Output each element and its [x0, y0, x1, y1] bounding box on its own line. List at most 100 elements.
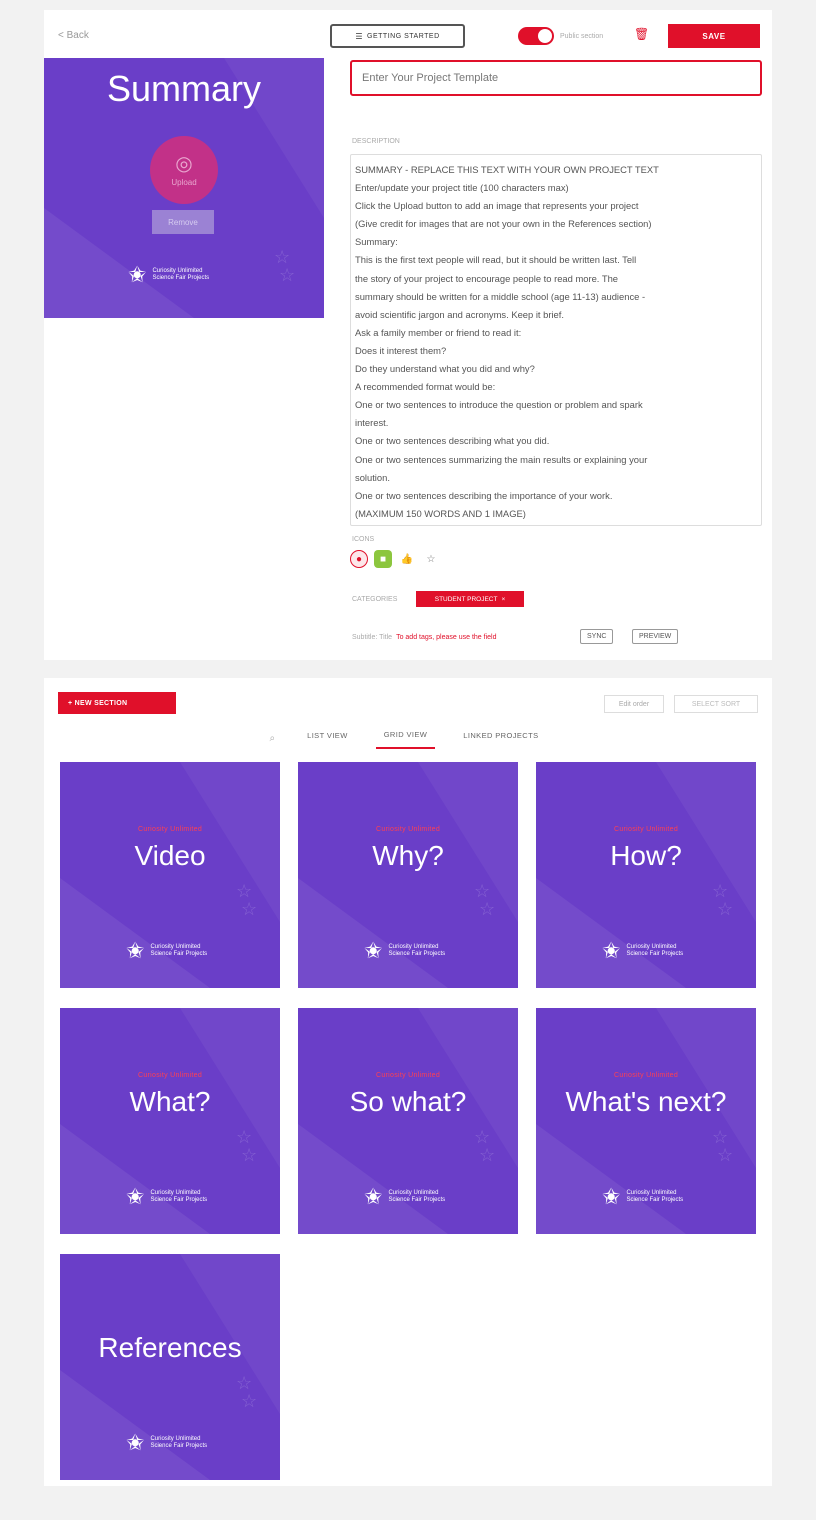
card-brand: ✬ Curiosity Unlimited Science Fair Project…: [126, 1432, 207, 1454]
remove-image-button[interactable]: Remove: [152, 210, 214, 234]
sort-select[interactable]: SELECT SORT: [674, 695, 758, 713]
project-title-input[interactable]: [350, 60, 762, 96]
sync-button[interactable]: SYNC: [580, 629, 614, 644]
description-line: summary should be written for a middle s…: [355, 290, 646, 302]
card-brand: ✬ Curiosity Unlimited Science Fair Project…: [126, 940, 207, 962]
description-line: One or two sentences describing what you…: [355, 435, 550, 447]
section-card[interactable]: ☆ ☆ Curiosity Unlimited So what? ✬ Curiosity…: [298, 1008, 518, 1234]
section-card[interactable]: ☆ ☆ References ✬ Curiosity Unlimited Science…: [60, 1254, 280, 1480]
brand-star-icon: ✬: [126, 1184, 145, 1209]
description-line: SUMMARY - REPLACE THIS TEXT WITH YOUR OW…: [355, 164, 659, 175]
preview-button[interactable]: PREVIEW: [632, 629, 679, 644]
description-line: Summary:: [355, 236, 398, 248]
card-kicker: Curiosity Unlimited: [613, 1072, 679, 1079]
card-title: What?: [129, 1086, 211, 1117]
brand-text: Curiosity Unlimited Science Fair Projects: [626, 943, 684, 957]
card-brand: ✬ Curiosity Unlimited Science Fair Project…: [364, 1186, 445, 1208]
new-section-button[interactable]: + NEW SECTION: [58, 692, 176, 714]
description-line: Click the Upload button to add an image …: [355, 200, 639, 212]
description-line: avoid scientific jargon and acronyms. Ke…: [355, 308, 564, 320]
cover-brand: ✬ Curiosity Unlimited Science Fair Projec…: [128, 264, 209, 286]
brand-text: Curiosity Unlimited Science Fair Projects: [150, 943, 208, 957]
decorative-stars-icon: ☆ ☆: [712, 881, 734, 919]
category-chip-label: STUDENT PROJECT: [434, 595, 498, 603]
category-chip[interactable]: STUDENT PROJECT ×: [416, 591, 524, 607]
thumbs-up-icon[interactable]: 👍: [398, 550, 416, 568]
brand-text: Curiosity Unlimited Science Fair Projects: [150, 1189, 208, 1203]
card-kicker: Curiosity Unlimited: [375, 1072, 441, 1079]
brand-star-icon: ✬: [602, 1184, 621, 1209]
icons-row: ● ■ 👍 ☆: [350, 550, 440, 568]
description-line: One or two sentences describing the impo…: [355, 489, 613, 501]
description-line: This is the first text people will read,…: [355, 254, 637, 266]
card-title: Why?: [372, 840, 444, 871]
description-label: DESCRIPTION: [352, 138, 400, 145]
tab-list-view[interactable]: LIST VIEW: [299, 729, 356, 748]
card-brand: ✬ Curiosity Unlimited Science Fair Project…: [364, 940, 445, 962]
toggle-label: Public section: [560, 32, 604, 40]
info-icon: ☰: [355, 31, 364, 41]
trash-icon[interactable]: 🗑: [634, 27, 649, 41]
description-line: the story of your project to encourage p…: [355, 272, 619, 284]
cover-card: ☆ ☆ Summary ◎ Upload Remove ✬ Curiosity …: [44, 58, 324, 318]
description-line: Does it interest them?: [355, 344, 447, 356]
upload-label: Upload: [171, 177, 197, 187]
section-card[interactable]: ☆ ☆ Curiosity Unlimited What? ✬ Curiosity Un…: [60, 1008, 280, 1234]
card-title: So what?: [349, 1086, 467, 1117]
brand-text: Curiosity Unlimited Science Fair Projects: [150, 1435, 208, 1449]
description-line: A recommended format would be:: [355, 381, 496, 393]
brand-text: Curiosity Unlimited Science Fair Projects: [388, 1189, 446, 1203]
description-line: Enter/update your project title (100 cha…: [355, 182, 569, 194]
record-icon[interactable]: ●: [350, 550, 368, 568]
star-icon[interactable]: ☆: [422, 550, 440, 568]
description-line: solution.: [355, 471, 390, 483]
description-line: (Give credit for images that are not you…: [355, 218, 652, 230]
brand-star-icon: ✬: [128, 262, 147, 287]
card-title: How?: [610, 840, 682, 871]
decorative-stars-icon: ☆ ☆: [236, 1127, 258, 1165]
icons-label: ICONS: [352, 536, 375, 543]
getting-started-label: GETTING STARTED: [367, 32, 440, 40]
brand-star-icon: ✬: [364, 1184, 383, 1209]
description-line: interest.: [355, 417, 389, 429]
sections-panel: + NEW SECTION Edit order SELECT SORT ⌕ L…: [44, 678, 772, 1486]
subtitle-label: Subtitle: Title: [352, 634, 393, 641]
brand-star-icon: ✬: [126, 938, 145, 963]
project-editor-panel: < Back ☰ GETTING STARTED Public section …: [44, 10, 772, 660]
brand-text: Curiosity Unlimited Science Fair Projects: [388, 943, 446, 957]
back-link[interactable]: < Back: [58, 30, 89, 41]
section-card[interactable]: ☆ ☆ Curiosity Unlimited Why? ✬ Curiosity Unl…: [298, 762, 518, 988]
description-line: One or two sentences summarizing the mai…: [355, 453, 648, 465]
description-textarea[interactable]: SUMMARY - REPLACE THIS TEXT WITH YOUR OW…: [350, 154, 762, 526]
decorative-stars-icon: ☆ ☆: [474, 1127, 496, 1165]
tab-grid-view[interactable]: GRID VIEW: [375, 728, 436, 749]
cover-title: Summary: [106, 68, 262, 109]
upload-button[interactable]: ◎ Upload: [150, 136, 218, 204]
section-card[interactable]: ☆ ☆ Curiosity Unlimited How? ✬ Curiosity Unl…: [536, 762, 756, 988]
decorative-stars-icon: ☆ ☆: [236, 881, 258, 919]
edit-order-button[interactable]: Edit order: [604, 695, 664, 713]
card-title: Video: [134, 840, 206, 871]
public-toggle[interactable]: [518, 27, 554, 45]
decorative-stars-icon: ☆ ☆: [236, 1373, 258, 1411]
save-button[interactable]: SAVE: [668, 24, 760, 48]
public-toggle-wrap: Public section: [518, 27, 603, 45]
card-brand: ✬ Curiosity Unlimited Science Fair Project…: [126, 1186, 207, 1208]
description-line: (MAXIMUM 150 WORDS AND 1 IMAGE): [355, 507, 526, 519]
toggle-knob: [538, 29, 552, 43]
badge-icon[interactable]: ■: [374, 550, 392, 568]
card-title: What's next?: [565, 1086, 727, 1117]
section-card[interactable]: ☆ ☆ Curiosity Unlimited Video ✬ Curiosity Un…: [60, 762, 280, 988]
card-kicker: Curiosity Unlimited: [613, 826, 679, 833]
brand-star-icon: ✬: [126, 1430, 145, 1455]
card-brand: ✬ Curiosity Unlimited Science Fair Project…: [602, 940, 683, 962]
card-kicker: Curiosity Unlimited: [137, 1072, 203, 1079]
search-icon[interactable]: ⌕: [270, 733, 276, 744]
tab-linked-projects[interactable]: LINKED PROJECTS: [455, 729, 546, 748]
tags-link[interactable]: To add tags, please use the field: [396, 634, 496, 641]
view-tabs: ⌕ LIST VIEW GRID VIEW LINKED PROJECTS: [44, 728, 772, 749]
close-icon[interactable]: ×: [501, 596, 505, 603]
brand-text: Curiosity Unlimited Science Fair Projects: [152, 267, 210, 281]
getting-started-button[interactable]: ☰ GETTING STARTED: [330, 24, 465, 48]
section-card[interactable]: ☆ ☆ Curiosity Unlimited What's next? ✬ Curio…: [536, 1008, 756, 1234]
